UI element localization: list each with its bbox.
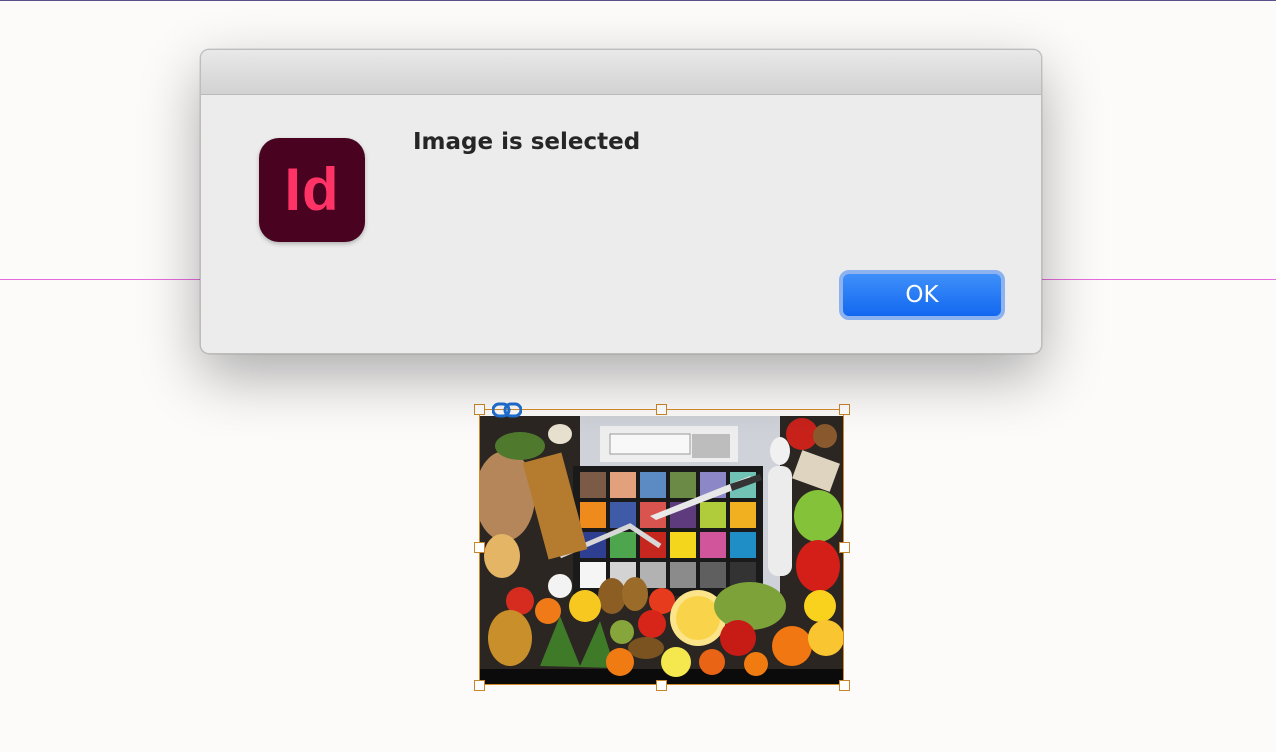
handle-bottom-left[interactable] [474,680,485,691]
handle-top-right[interactable] [839,404,850,415]
dialog-titlebar[interactable] [201,50,1041,95]
image-frame[interactable] [479,409,844,685]
page-edge [0,0,1276,1]
handle-bottom-middle[interactable] [656,680,667,691]
alert-dialog: Id Image is selected OK [200,49,1042,354]
indesign-app-icon: Id [259,138,365,242]
alert-message: Image is selected [413,129,641,155]
document-canvas[interactable]: Id Image is selected OK [0,0,1276,752]
link-icon[interactable] [491,402,523,418]
handle-middle-right[interactable] [839,542,850,553]
app-icon-label: Id [284,156,340,223]
handle-top-left[interactable] [474,404,485,415]
handle-bottom-right[interactable] [839,680,850,691]
handle-top-middle[interactable] [656,404,667,415]
handle-middle-left[interactable] [474,542,485,553]
ok-button[interactable]: OK [839,270,1005,320]
